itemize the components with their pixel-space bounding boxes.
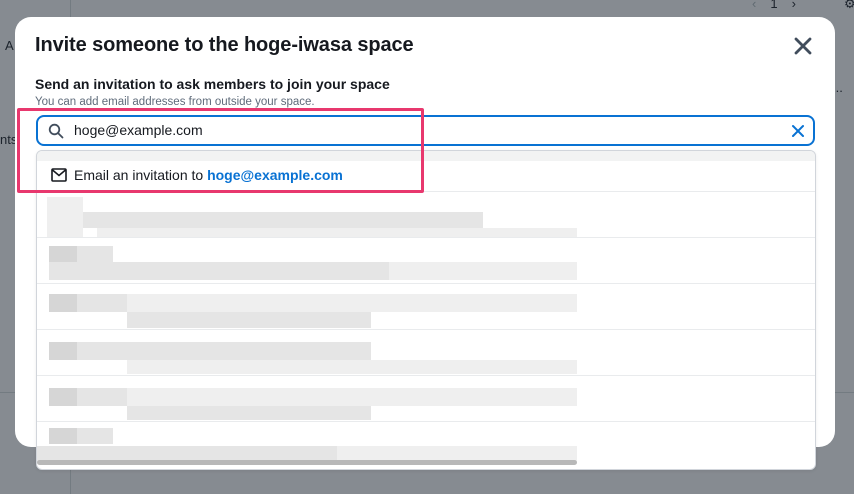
suggestion-row[interactable]	[37, 283, 815, 330]
suggestion-row[interactable]	[37, 375, 815, 422]
horizontal-scrollbar[interactable]	[37, 460, 577, 465]
highlight-annotation	[17, 108, 424, 193]
field-description: You can add email addresses from outside…	[35, 96, 315, 108]
suggestion-row[interactable]	[37, 237, 815, 284]
suggestion-row[interactable]	[37, 191, 815, 238]
modal-title: Invite someone to the hoge-iwasa space	[35, 34, 414, 56]
close-icon	[794, 37, 812, 55]
invite-modal: Invite someone to the hoge-iwasa space S…	[15, 17, 835, 470]
suggestion-dropdown: Email an invitation to hoge@example.com	[36, 150, 816, 470]
field-label: Send an invitation to ask members to joi…	[35, 76, 390, 92]
suggestion-row[interactable]	[37, 329, 815, 376]
clear-icon[interactable]	[790, 123, 806, 139]
close-button[interactable]	[790, 33, 816, 59]
